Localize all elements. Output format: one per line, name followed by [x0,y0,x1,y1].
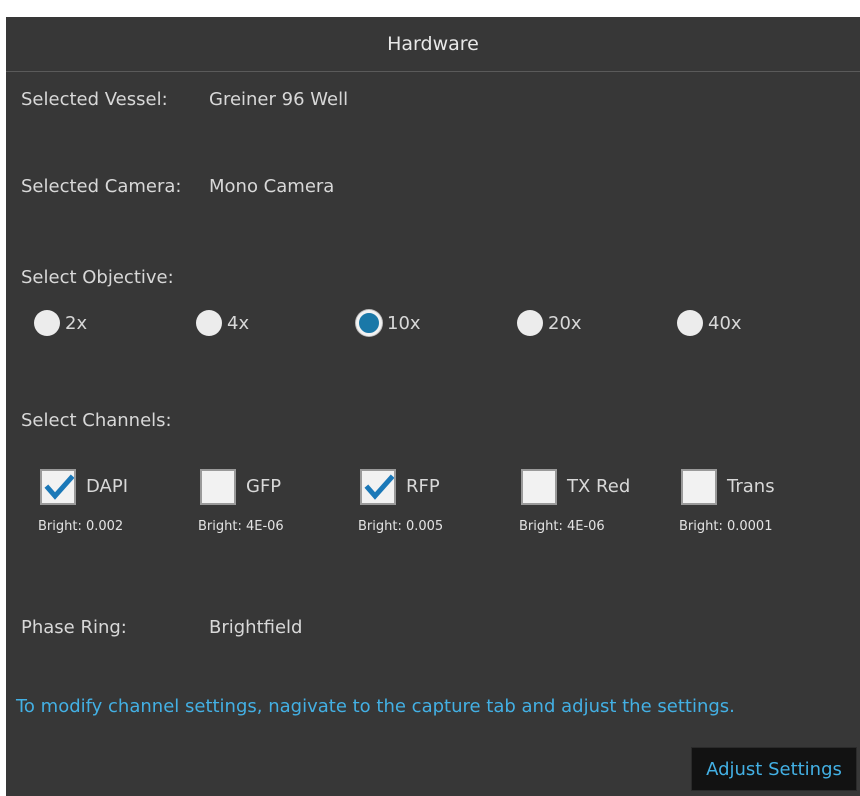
channel-name: Trans [727,476,775,497]
vessel-value: Greiner 96 Well [209,89,349,110]
channel-gfp[interactable]: GFP Bright: 4E-06 [198,469,350,549]
channel-brightness: Bright: 4E-06 [198,519,284,534]
objective-label: Select Objective: [21,267,174,288]
objective-option-4x[interactable]: 4x [196,310,249,336]
checkmark-icon [44,474,74,500]
objective-option-2x[interactable]: 2x [34,310,87,336]
radio-circle-icon[interactable] [196,310,222,336]
objective-radio-group: 2x 4x 10x 20x 40x [34,310,834,344]
adjust-settings-button[interactable]: Adjust Settings [691,747,857,791]
phase-ring-value: Brightfield [209,617,303,638]
radio-circle-icon[interactable] [517,310,543,336]
objective-option-label: 10x [387,312,421,334]
objective-option-label: 4x [227,312,250,334]
channels-label: Select Channels: [21,410,172,431]
camera-value: Mono Camera [209,176,335,197]
phase-ring-label: Phase Ring: [21,617,127,638]
camera-label: Selected Camera: [21,176,182,197]
channel-brightness: Bright: 0.005 [358,519,444,534]
channel-name: GFP [246,476,282,497]
hardware-panel: Hardware Selected Vessel: Greiner 96 Wel… [6,17,860,796]
objective-option-label: 2x [65,312,88,334]
panel-header: Hardware [6,17,860,72]
channel-trans[interactable]: Trans Bright: 0.0001 [679,469,831,549]
channel-rfp[interactable]: RFP Bright: 0.005 [358,469,510,549]
checkmark-icon [364,474,394,500]
info-message: To modify channel settings, nagivate to … [16,696,735,717]
channel-name: TX Red [567,476,631,497]
channel-tx-red[interactable]: TX Red Bright: 4E-06 [519,469,671,549]
radio-circle-icon[interactable] [677,310,703,336]
channel-checkbox[interactable] [681,469,717,505]
channel-name: DAPI [86,476,129,497]
objective-option-10x[interactable]: 10x [356,310,421,336]
channel-brightness: Bright: 0.002 [38,519,124,534]
channel-checkbox-checked[interactable] [40,469,76,505]
channel-brightness: Bright: 0.0001 [679,519,773,534]
channel-checkbox[interactable] [521,469,557,505]
objective-option-20x[interactable]: 20x [517,310,582,336]
channel-checkbox[interactable] [200,469,236,505]
channel-checkbox-checked[interactable] [360,469,396,505]
radio-circle-icon[interactable] [356,310,382,336]
objective-option-label: 40x [708,312,742,334]
objective-option-label: 20x [548,312,582,334]
channel-name: RFP [406,476,440,497]
channel-checkbox-group: DAPI Bright: 0.002 GFP Bright: 4E-06 RFP… [38,469,840,549]
channel-dapi[interactable]: DAPI Bright: 0.002 [38,469,190,549]
objective-option-40x[interactable]: 40x [677,310,742,336]
vessel-label: Selected Vessel: [21,89,168,110]
radio-circle-icon[interactable] [34,310,60,336]
channel-brightness: Bright: 4E-06 [519,519,605,534]
